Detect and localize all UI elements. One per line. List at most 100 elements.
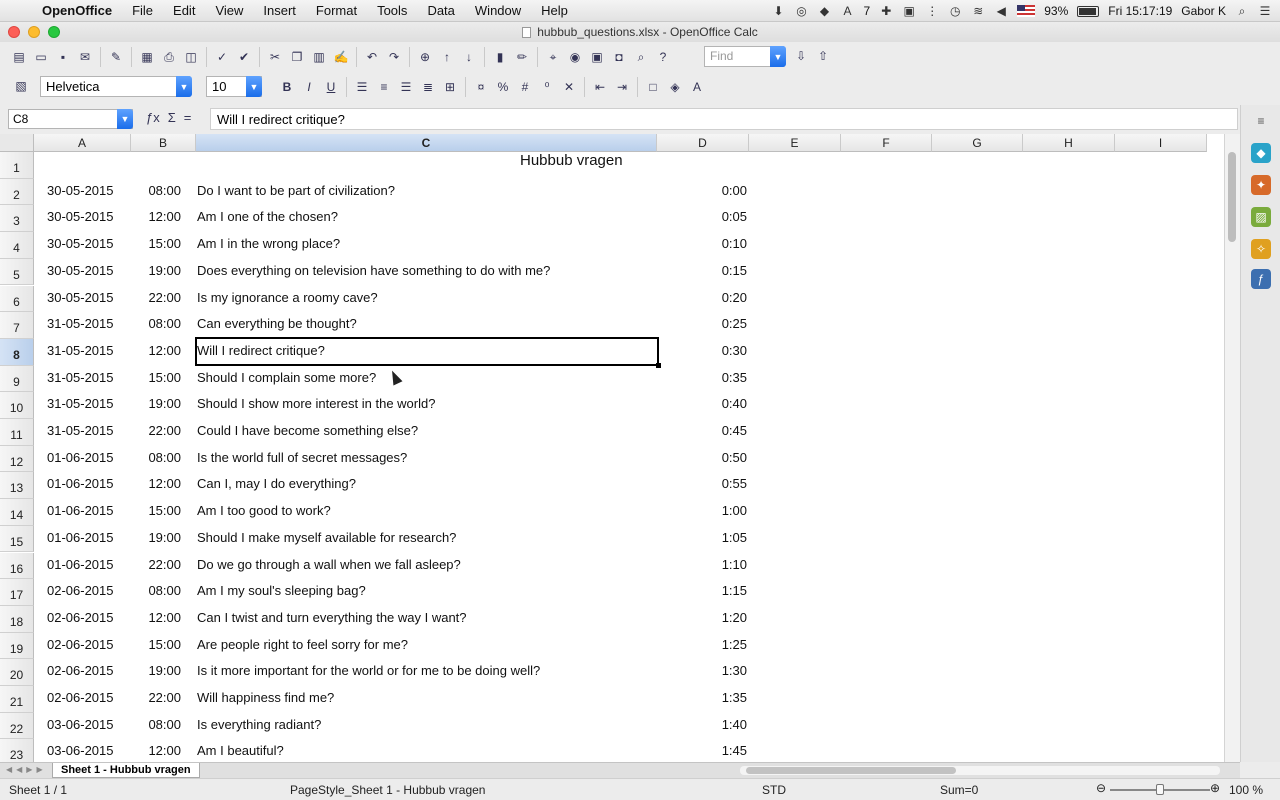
edit-file-icon[interactable]: ✎ — [106, 47, 126, 67]
cell-a-row-21[interactable]: 02-06-2015 — [47, 690, 131, 705]
cell-d-row-20[interactable]: 1:30 — [657, 663, 747, 678]
menu-tools[interactable]: Tools — [367, 0, 417, 22]
cell-a-row-8[interactable]: 31-05-2015 — [47, 343, 131, 358]
zoom-icon[interactable]: ⌕ — [631, 47, 651, 67]
cell-a-row-7[interactable]: 31-05-2015 — [47, 316, 131, 331]
row-header[interactable]: 11 — [0, 419, 34, 446]
cell-d-row-15[interactable]: 1:05 — [657, 530, 747, 545]
cell-c-row-2[interactable]: Do I want to be part of civilization? — [197, 183, 653, 198]
styles-formatting-icon[interactable]: ✦ — [1251, 175, 1271, 195]
name-box-dropdown-icon[interactable]: ▼ — [117, 109, 133, 129]
cell-b-row-15[interactable]: 19:00 — [131, 530, 181, 545]
select-all-corner[interactable] — [0, 134, 34, 152]
row-header[interactable]: 16 — [0, 552, 34, 580]
autospellcheck-icon[interactable]: ✔ — [234, 47, 254, 67]
horizontal-scroll-thumb[interactable] — [746, 767, 956, 774]
plus-icon[interactable]: ✚ — [879, 4, 893, 18]
cell-a-row-11[interactable]: 31-05-2015 — [47, 423, 131, 438]
cell-c-row-19[interactable]: Are people right to feel sorry for me? — [197, 637, 653, 652]
cell-d-row-9[interactable]: 0:35 — [657, 370, 747, 385]
cell-d-row-14[interactable]: 1:00 — [657, 503, 747, 518]
cell-b-row-5[interactable]: 19:00 — [131, 263, 181, 278]
cell-a-row-2[interactable]: 30-05-2015 — [47, 183, 131, 198]
cell-d-row-4[interactable]: 0:10 — [657, 236, 747, 251]
row-header[interactable]: 7 — [0, 312, 34, 339]
decrease-indent-icon[interactable]: ⇤ — [590, 77, 610, 97]
styles-icon[interactable]: ▧ — [11, 76, 31, 96]
zoom-window-button[interactable] — [48, 26, 60, 38]
us-flag-icon[interactable] — [1017, 5, 1036, 17]
print-icon[interactable]: ⎙ — [159, 47, 179, 67]
wifi-icon[interactable]: ≋ — [971, 4, 985, 18]
vertical-scrollbar[interactable] — [1224, 134, 1240, 762]
bold-button[interactable]: B — [277, 77, 297, 97]
cell-b-row-18[interactable]: 12:00 — [131, 610, 181, 625]
row-header[interactable]: 9 — [0, 365, 34, 393]
cell-d-row-12[interactable]: 0:50 — [657, 450, 747, 465]
cell-d-row-5[interactable]: 0:15 — [657, 263, 747, 278]
save-icon[interactable]: ▪ — [53, 47, 73, 67]
cell-d-row-21[interactable]: 1:35 — [657, 690, 747, 705]
column-header-i[interactable]: I — [1115, 134, 1207, 152]
column-header-d[interactable]: D — [657, 134, 749, 152]
font-color-icon[interactable]: A — [687, 77, 707, 97]
sidebar-menu-icon[interactable]: ≡ — [1251, 111, 1271, 131]
row-header[interactable]: 10 — [0, 392, 34, 419]
row-header[interactable]: 20 — [0, 659, 34, 686]
cell-c-row-15[interactable]: Should I make myself available for resea… — [197, 530, 653, 545]
menu-view[interactable]: View — [205, 0, 253, 22]
calendar-icon[interactable]: ▣ — [902, 4, 916, 18]
cell-b-row-23[interactable]: 12:00 — [131, 743, 181, 758]
name-box[interactable]: C8 — [8, 109, 133, 129]
row-header[interactable]: 14 — [0, 499, 34, 526]
cell-d-row-10[interactable]: 0:40 — [657, 396, 747, 411]
gallery-icon[interactable]: ◉ — [565, 47, 585, 67]
cell-b-row-14[interactable]: 15:00 — [131, 503, 181, 518]
fill-handle[interactable] — [656, 362, 661, 368]
sheet-tab[interactable]: Sheet 1 - Hubbub vragen — [52, 763, 200, 778]
cell-b-row-17[interactable]: 08:00 — [131, 583, 181, 598]
time-machine-icon[interactable]: ◷ — [948, 4, 962, 18]
column-header-c[interactable]: C — [196, 134, 657, 152]
standard-format-icon[interactable]: # — [515, 77, 535, 97]
cell-b-row-4[interactable]: 15:00 — [131, 236, 181, 251]
cell-b-row-13[interactable]: 12:00 — [131, 476, 181, 491]
cell-b-row-3[interactable]: 12:00 — [131, 209, 181, 224]
align-right-icon[interactable]: ☰ — [396, 77, 416, 97]
column-header-a[interactable]: A — [34, 134, 131, 152]
cell-c-row-13[interactable]: Can I, may I do everything? — [197, 476, 653, 491]
delete-decimal-icon[interactable]: ✕ — [559, 77, 579, 97]
cell-a-row-16[interactable]: 01-06-2015 — [47, 557, 131, 572]
cell-b-row-2[interactable]: 08:00 — [131, 183, 181, 198]
row-header[interactable]: 12 — [0, 445, 34, 473]
find-previous-icon[interactable]: ⇧ — [813, 46, 833, 66]
cell-b-row-10[interactable]: 19:00 — [131, 396, 181, 411]
cell-d-row-11[interactable]: 0:45 — [657, 423, 747, 438]
row-header[interactable]: 8 — [0, 338, 34, 366]
new-document-icon[interactable]: ▤ — [9, 47, 29, 67]
cell-c-row-18[interactable]: Can I twist and turn everything the way … — [197, 610, 653, 625]
help-icon[interactable]: ? — [653, 47, 673, 67]
row-header[interactable]: 3 — [0, 205, 34, 233]
functions-sidebar-icon[interactable]: ƒ — [1251, 269, 1271, 289]
function-wizard-icon[interactable]: ƒx — [146, 110, 160, 125]
row-header[interactable]: 18 — [0, 605, 34, 633]
font-name-dropdown-icon[interactable]: ▼ — [176, 76, 192, 97]
redo-icon[interactable]: ↷ — [384, 47, 404, 67]
cell-b-row-21[interactable]: 22:00 — [131, 690, 181, 705]
cell-c-row-3[interactable]: Am I one of the chosen? — [197, 209, 653, 224]
cell-d-row-6[interactable]: 0:20 — [657, 290, 747, 305]
cell-c-row-12[interactable]: Is the world full of secret messages? — [197, 450, 653, 465]
column-header-e[interactable]: E — [749, 134, 841, 152]
horizontal-scrollbar[interactable] — [740, 766, 1220, 775]
cell-d-row-7[interactable]: 0:25 — [657, 316, 747, 331]
cell-a-row-6[interactable]: 30-05-2015 — [47, 290, 131, 305]
cell-b-row-11[interactable]: 22:00 — [131, 423, 181, 438]
sum-icon[interactable]: Σ — [168, 110, 176, 125]
zoom-in-icon[interactable]: ⊕ — [1210, 781, 1220, 795]
chart-icon[interactable]: ▮ — [490, 47, 510, 67]
row-header[interactable]: 4 — [0, 232, 34, 259]
cell-b-row-8[interactable]: 12:00 — [131, 343, 181, 358]
cell-c-row-14[interactable]: Am I too good to work? — [197, 503, 653, 518]
email-icon[interactable]: ✉ — [75, 47, 95, 67]
